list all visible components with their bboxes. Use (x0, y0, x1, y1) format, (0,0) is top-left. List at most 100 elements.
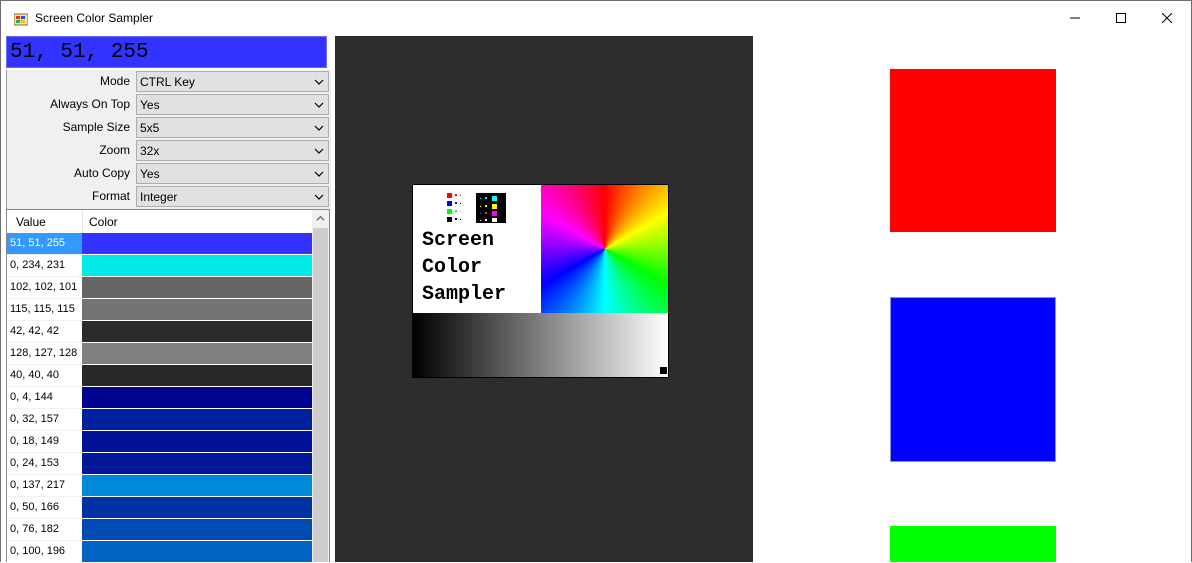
column-header-value[interactable]: Value (16, 215, 46, 229)
setting-value: Yes (140, 167, 160, 181)
maximize-button[interactable] (1098, 1, 1144, 35)
table-row[interactable]: 42, 42, 42 (7, 321, 312, 343)
cell-color-swatch (82, 431, 312, 452)
setting-sample-size: Sample Size 5x5 (7, 116, 331, 139)
red-square (890, 69, 1056, 232)
blue-square (890, 297, 1056, 462)
cell-value: 0, 137, 217 (7, 475, 82, 497)
cell-color-swatch (82, 233, 312, 254)
app-window: Screen Color Sampler 51, 51, 255 Mode CT… (0, 0, 1192, 562)
table-row[interactable]: 102, 102, 101 (7, 277, 312, 299)
cell-value: 0, 4, 144 (7, 387, 82, 409)
window-title: Screen Color Sampler (35, 11, 154, 25)
cell-color-swatch (82, 475, 312, 496)
table-row[interactable]: 0, 76, 182 (7, 519, 312, 541)
green-square (890, 526, 1056, 562)
color-readout[interactable]: 51, 51, 255 (6, 36, 327, 68)
gradient-marker (660, 367, 667, 374)
zoom-select[interactable]: 32x (136, 140, 329, 161)
table-row[interactable]: 128, 127, 128 (7, 343, 312, 365)
cell-value: 51, 51, 255 (7, 233, 82, 255)
sample-image-text: Screen Color Sampler (422, 229, 507, 306)
cell-color-swatch (82, 497, 312, 518)
setting-label: Mode (99, 74, 130, 88)
table-row[interactable]: 40, 40, 40 (7, 365, 312, 387)
table-row[interactable]: 0, 18, 149 (7, 431, 312, 453)
color-history-table: Value Color 51, 51, 255 0, 234, 231 102, 1… (6, 209, 330, 562)
cell-color-swatch (82, 277, 312, 298)
auto-copy-select[interactable]: Yes (136, 163, 329, 184)
scroll-up-button[interactable] (312, 210, 329, 227)
chevron-down-icon (314, 79, 324, 85)
settings-panel: Mode CTRL Key Always On Top Yes Sample S… (6, 70, 331, 210)
setting-value: 5x5 (140, 121, 160, 135)
table-row[interactable]: 0, 100, 196 (7, 541, 312, 562)
cell-color-swatch (82, 365, 312, 386)
chevron-down-icon (314, 194, 324, 200)
setting-label: Format (91, 189, 130, 203)
cell-value: 0, 100, 196 (7, 541, 82, 562)
table-row[interactable]: 0, 32, 157 (7, 409, 312, 431)
sample-size-select[interactable]: 5x5 (136, 117, 329, 138)
setting-label: Auto Copy (73, 166, 130, 180)
cell-color-swatch (82, 299, 312, 320)
table-row[interactable]: 0, 24, 153 (7, 453, 312, 475)
cell-value: 0, 50, 166 (7, 497, 82, 519)
cell-color-swatch (82, 343, 312, 364)
cell-color-swatch (82, 321, 312, 342)
cell-value: 40, 40, 40 (7, 365, 82, 387)
setting-value: Integer (140, 190, 178, 204)
setting-mode: Mode CTRL Key (7, 70, 331, 93)
sample-canvas (758, 36, 1191, 562)
format-select[interactable]: Integer (136, 186, 329, 207)
cell-value: 0, 32, 157 (7, 409, 82, 431)
chevron-down-icon (314, 125, 324, 131)
cell-value: 0, 76, 182 (7, 519, 82, 541)
cell-color-swatch (82, 255, 312, 276)
cell-value: 0, 24, 153 (7, 453, 82, 475)
minimize-icon (1070, 17, 1080, 19)
mode-select[interactable]: CTRL Key (136, 71, 329, 92)
cell-color-swatch (82, 453, 312, 474)
table-row[interactable]: 0, 234, 231 (7, 255, 312, 277)
setting-format: Format Integer (7, 185, 331, 208)
cell-value: 0, 18, 149 (7, 431, 82, 453)
always-on-top-select[interactable]: Yes (136, 94, 329, 115)
cell-color-swatch (82, 519, 312, 540)
close-button[interactable] (1144, 1, 1190, 35)
column-divider[interactable] (82, 210, 83, 233)
column-header-color[interactable]: Color (89, 215, 118, 229)
table-row[interactable]: 0, 137, 217 (7, 475, 312, 497)
setting-value: Yes (140, 98, 160, 112)
close-icon (1162, 13, 1172, 23)
table-row[interactable]: 0, 4, 144 (7, 387, 312, 409)
cell-color-swatch (82, 409, 312, 430)
chevron-down-icon (314, 148, 324, 154)
cell-value: 128, 127, 128 (7, 343, 82, 365)
color-wheel-gradient (541, 185, 668, 313)
minimize-button[interactable] (1052, 1, 1098, 35)
cell-color-swatch (82, 541, 312, 562)
cell-color-swatch (82, 387, 312, 408)
cell-value: 102, 102, 101 (7, 277, 82, 299)
setting-label: Always On Top (50, 97, 130, 111)
table-header: Value Color (7, 210, 312, 234)
table-row[interactable]: 51, 51, 255 (7, 233, 312, 255)
setting-auto-copy: Auto Copy Yes (7, 162, 331, 185)
sample-image: Screen Color Sampler (412, 184, 669, 378)
scroll-thumb[interactable] (313, 228, 328, 562)
chevron-down-icon (314, 171, 324, 177)
cell-value: 0, 234, 231 (7, 255, 82, 277)
title-bar: Screen Color Sampler (1, 1, 1191, 35)
cell-value: 115, 115, 115 (7, 299, 82, 321)
vertical-scrollbar[interactable] (312, 210, 329, 562)
color-dots-icon (447, 193, 506, 223)
grayscale-gradient (413, 313, 668, 377)
maximize-icon (1116, 13, 1126, 23)
table-row[interactable]: 115, 115, 115 (7, 299, 312, 321)
setting-value: CTRL Key (140, 75, 195, 89)
setting-value: 32x (140, 144, 160, 158)
color-wheel (541, 185, 668, 313)
setting-zoom: Zoom 32x (7, 139, 331, 162)
table-row[interactable]: 0, 50, 166 (7, 497, 312, 519)
